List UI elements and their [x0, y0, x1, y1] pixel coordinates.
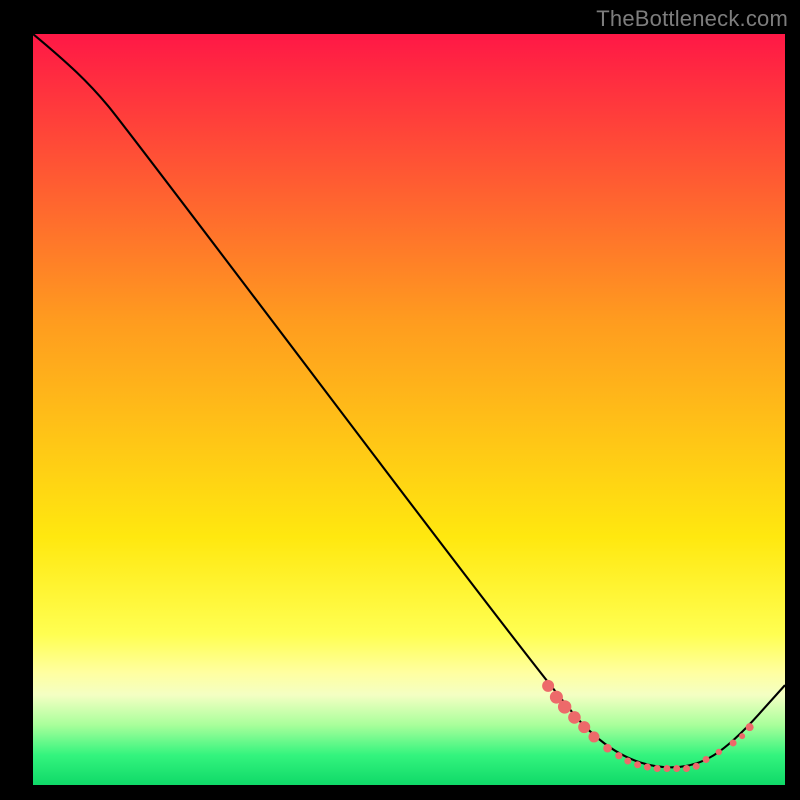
data-marker: [673, 765, 680, 772]
data-marker: [739, 733, 745, 739]
chart-stage: TheBottleneck.com: [0, 0, 800, 800]
data-marker: [663, 765, 670, 772]
data-marker: [716, 749, 722, 755]
data-marker: [634, 761, 641, 768]
data-marker: [588, 731, 599, 742]
watermark-text: TheBottleneck.com: [596, 6, 788, 32]
data-marker: [703, 756, 710, 763]
data-marker: [730, 739, 737, 746]
bottleneck-chart: [0, 0, 800, 800]
data-marker: [683, 765, 690, 772]
data-marker: [615, 752, 622, 759]
data-marker: [578, 721, 590, 733]
data-marker: [568, 711, 581, 724]
data-marker: [644, 763, 651, 770]
data-marker: [603, 744, 612, 753]
data-marker: [624, 757, 631, 764]
data-marker: [693, 763, 700, 770]
data-marker: [542, 680, 554, 692]
data-marker: [558, 700, 571, 713]
data-marker: [746, 723, 754, 731]
data-marker: [654, 765, 661, 772]
plot-background: [33, 34, 785, 785]
